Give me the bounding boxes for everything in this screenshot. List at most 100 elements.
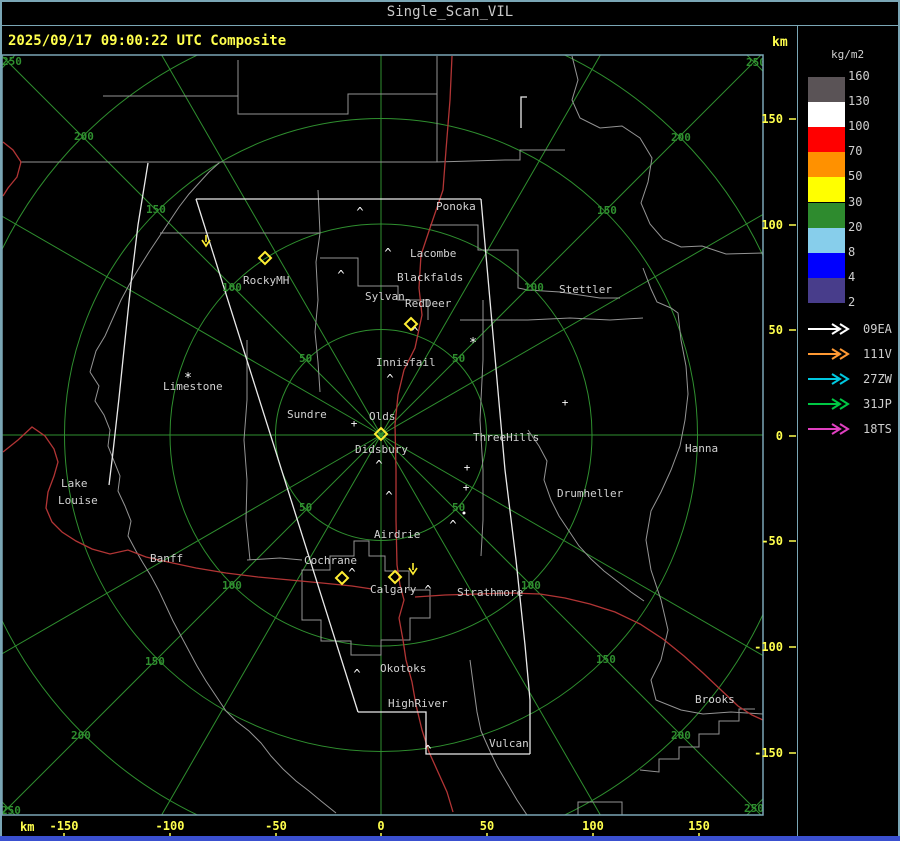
range-ring-label: 150: [145, 655, 165, 668]
city-label: Strathmore: [457, 586, 523, 599]
city-label: Vulcan: [489, 737, 529, 750]
range-ring-label: 150: [146, 203, 166, 216]
radar-id-label: 18TS: [863, 422, 892, 436]
radar-arrow-icon: [808, 323, 850, 335]
town-marker-caret: ^: [375, 458, 382, 472]
city-label: ThreeHills: [473, 431, 539, 444]
scan-outline: [480, 198, 531, 754]
legend-panel: kg/m2 160 130 100 70 50 30 20 8 4 2 09EA 111V 27ZW 3…: [798, 26, 900, 836]
storm-arrow-icon: [408, 563, 418, 576]
legend-threshold-label: 20: [848, 219, 863, 234]
town-marker-caret: ^: [424, 743, 431, 757]
boundary-line: [642, 267, 763, 715]
legend-threshold-label: 50: [848, 169, 863, 184]
radar-arrow-row: 18TS: [806, 421, 892, 437]
boundary-line: [460, 317, 644, 321]
town-marker-dot: [462, 511, 466, 515]
boundary-line: [479, 300, 484, 557]
city-label: Lacombe: [410, 247, 456, 260]
city-label: Airdrie: [374, 528, 420, 541]
legend-threshold-label: 130: [848, 94, 870, 109]
radial-line: [380, 55, 762, 436]
right-axis-label: -150: [754, 746, 783, 760]
legend-threshold-label: 160: [848, 69, 870, 83]
legend-color-box: [808, 227, 845, 253]
radial-line: [161, 55, 382, 436]
legend-color-box: [808, 277, 845, 303]
city-label: Sundre: [287, 408, 327, 421]
radar-arrow-icon: [808, 398, 850, 410]
town-marker-plus: +: [351, 417, 358, 430]
boundary-line: [571, 55, 763, 255]
city-label: Drumheller: [557, 487, 624, 500]
range-ring-label: 50: [452, 352, 465, 365]
right-axis-label: 150: [761, 112, 783, 126]
legend-color-box: [808, 152, 845, 178]
legend-color-box: [808, 177, 845, 203]
town-marker-plus: +: [463, 481, 470, 494]
range-ring-label: 200: [671, 729, 691, 742]
town-marker-caret: ^: [384, 246, 391, 260]
city-label: Olds: [369, 410, 396, 423]
boundary-line: [320, 257, 429, 320]
range-ring-label: 250: [744, 802, 764, 815]
bottom-axis-label: -150: [50, 819, 79, 833]
town-marker-asterisk: *: [469, 336, 477, 351]
town-marker-caret: ^: [348, 566, 355, 580]
city-label: Lake: [61, 477, 88, 490]
boundary-line: [243, 340, 251, 561]
boundary-line: [577, 801, 623, 815]
legend-threshold-label: 4: [848, 269, 856, 284]
town-marker-caret: ^: [449, 518, 456, 532]
legend-color-box: [808, 127, 845, 153]
radial-line: [380, 55, 601, 436]
town-marker-asterisk: *: [184, 371, 192, 386]
right-axis-label: -100: [754, 640, 783, 654]
legend-threshold-label: 100: [848, 119, 870, 134]
city-label: Hanna: [685, 442, 718, 455]
town-marker-caret: ^: [385, 489, 392, 503]
boundary-line: [246, 557, 303, 561]
radar-arrow-icon: [808, 373, 850, 385]
bottom-axis-label: 50: [480, 819, 494, 833]
radar-id-label: 111V: [863, 347, 892, 361]
range-ring-label: 150: [596, 653, 616, 666]
radar-arrow-row: 31JP: [806, 396, 892, 412]
boundary-line: [89, 371, 337, 814]
legend-color-box: [808, 252, 845, 278]
range-ring-label: 100: [222, 579, 242, 592]
legend-threshold-label: 70: [848, 144, 863, 159]
right-axis-label: -50: [761, 534, 783, 548]
city-label: Limestone: [163, 380, 223, 393]
map-content: 50505050100 100100100150 150150 150200 20020…: [2, 55, 764, 815]
city-label: Okotoks: [380, 662, 426, 675]
radar-map: 50 50 50 50 100 100 100 100 150 150 150 150 200 200 20…: [1, 54, 796, 839]
scan-outline: [520, 96, 527, 128]
range-ring-label: 150: [597, 204, 617, 217]
bottom-axis-label: -100: [156, 819, 185, 833]
bottom-axis-label: 150: [688, 819, 710, 833]
city-label: Innisfail: [376, 356, 436, 369]
bottom-axis-label: 100: [582, 819, 604, 833]
radar-arrow-icon: [808, 348, 850, 360]
radial-line: [2, 434, 382, 655]
city-label: RockyMH: [243, 274, 289, 287]
legend-unit-label: kg/m2: [831, 48, 865, 61]
site-diamond-marker: [257, 250, 273, 266]
right-axis-label: 100: [761, 218, 783, 232]
radar-arrow-row: 09EA: [806, 321, 892, 337]
storm-arrow-icon: [201, 235, 211, 248]
city-label: Stettler: [559, 283, 612, 296]
boundary-line: [314, 189, 321, 393]
legend-color-box: [808, 77, 845, 103]
range-ring-label: 100: [521, 579, 541, 592]
legend-threshold-label: 2: [848, 294, 856, 309]
radar-arrow-row: 27ZW: [806, 371, 892, 387]
site-diamond-marker: [334, 570, 350, 586]
radar-id-label: 31JP: [863, 397, 892, 411]
legend-threshold-label: 30: [848, 194, 863, 209]
range-ring-label: 200: [671, 131, 691, 144]
town-marker-caret: ^: [356, 205, 363, 219]
boundary-line: [639, 708, 755, 773]
boundary-line: [103, 56, 438, 115]
